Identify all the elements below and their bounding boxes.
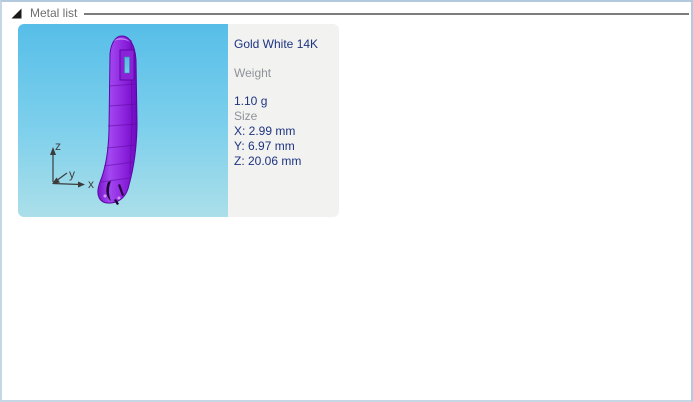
collapse-triangle-icon[interactable]: [11, 8, 22, 19]
weight-value: 1.10 g: [234, 94, 268, 108]
axis-label-y: y: [69, 167, 75, 181]
metal-3d-preview: z y x: [18, 24, 228, 217]
metal-list-panel: Metal list z y x Gold White 14K Weight 1…: [0, 0, 693, 402]
metal-model-render: z y x: [50, 35, 138, 205]
size-x-value: X: 2.99 mm: [234, 124, 296, 138]
size-y-value: Y: 6.97 mm: [234, 139, 295, 153]
metal-list-header: Metal list: [2, 2, 691, 24]
metal-info-panel: Gold White 14K Weight 1.10 g Size X: 2.9…: [228, 24, 339, 217]
group-title: Metal list: [30, 6, 78, 20]
model-slot-opening: [124, 56, 130, 74]
metal-list-item[interactable]: z y x Gold White 14K Weight 1.10 g Size …: [18, 24, 339, 217]
weight-label: Weight: [234, 66, 272, 80]
axis-gizmo: [50, 147, 85, 188]
metal-name: Gold White 14K: [234, 37, 319, 51]
metal-model-3d: [97, 35, 138, 205]
axis-label-z: z: [55, 139, 61, 153]
size-z-value: Z: 20.06 mm: [234, 154, 302, 168]
axis-label-x: x: [88, 177, 94, 191]
size-label: Size: [234, 109, 258, 123]
header-separator-line: [84, 12, 689, 15]
